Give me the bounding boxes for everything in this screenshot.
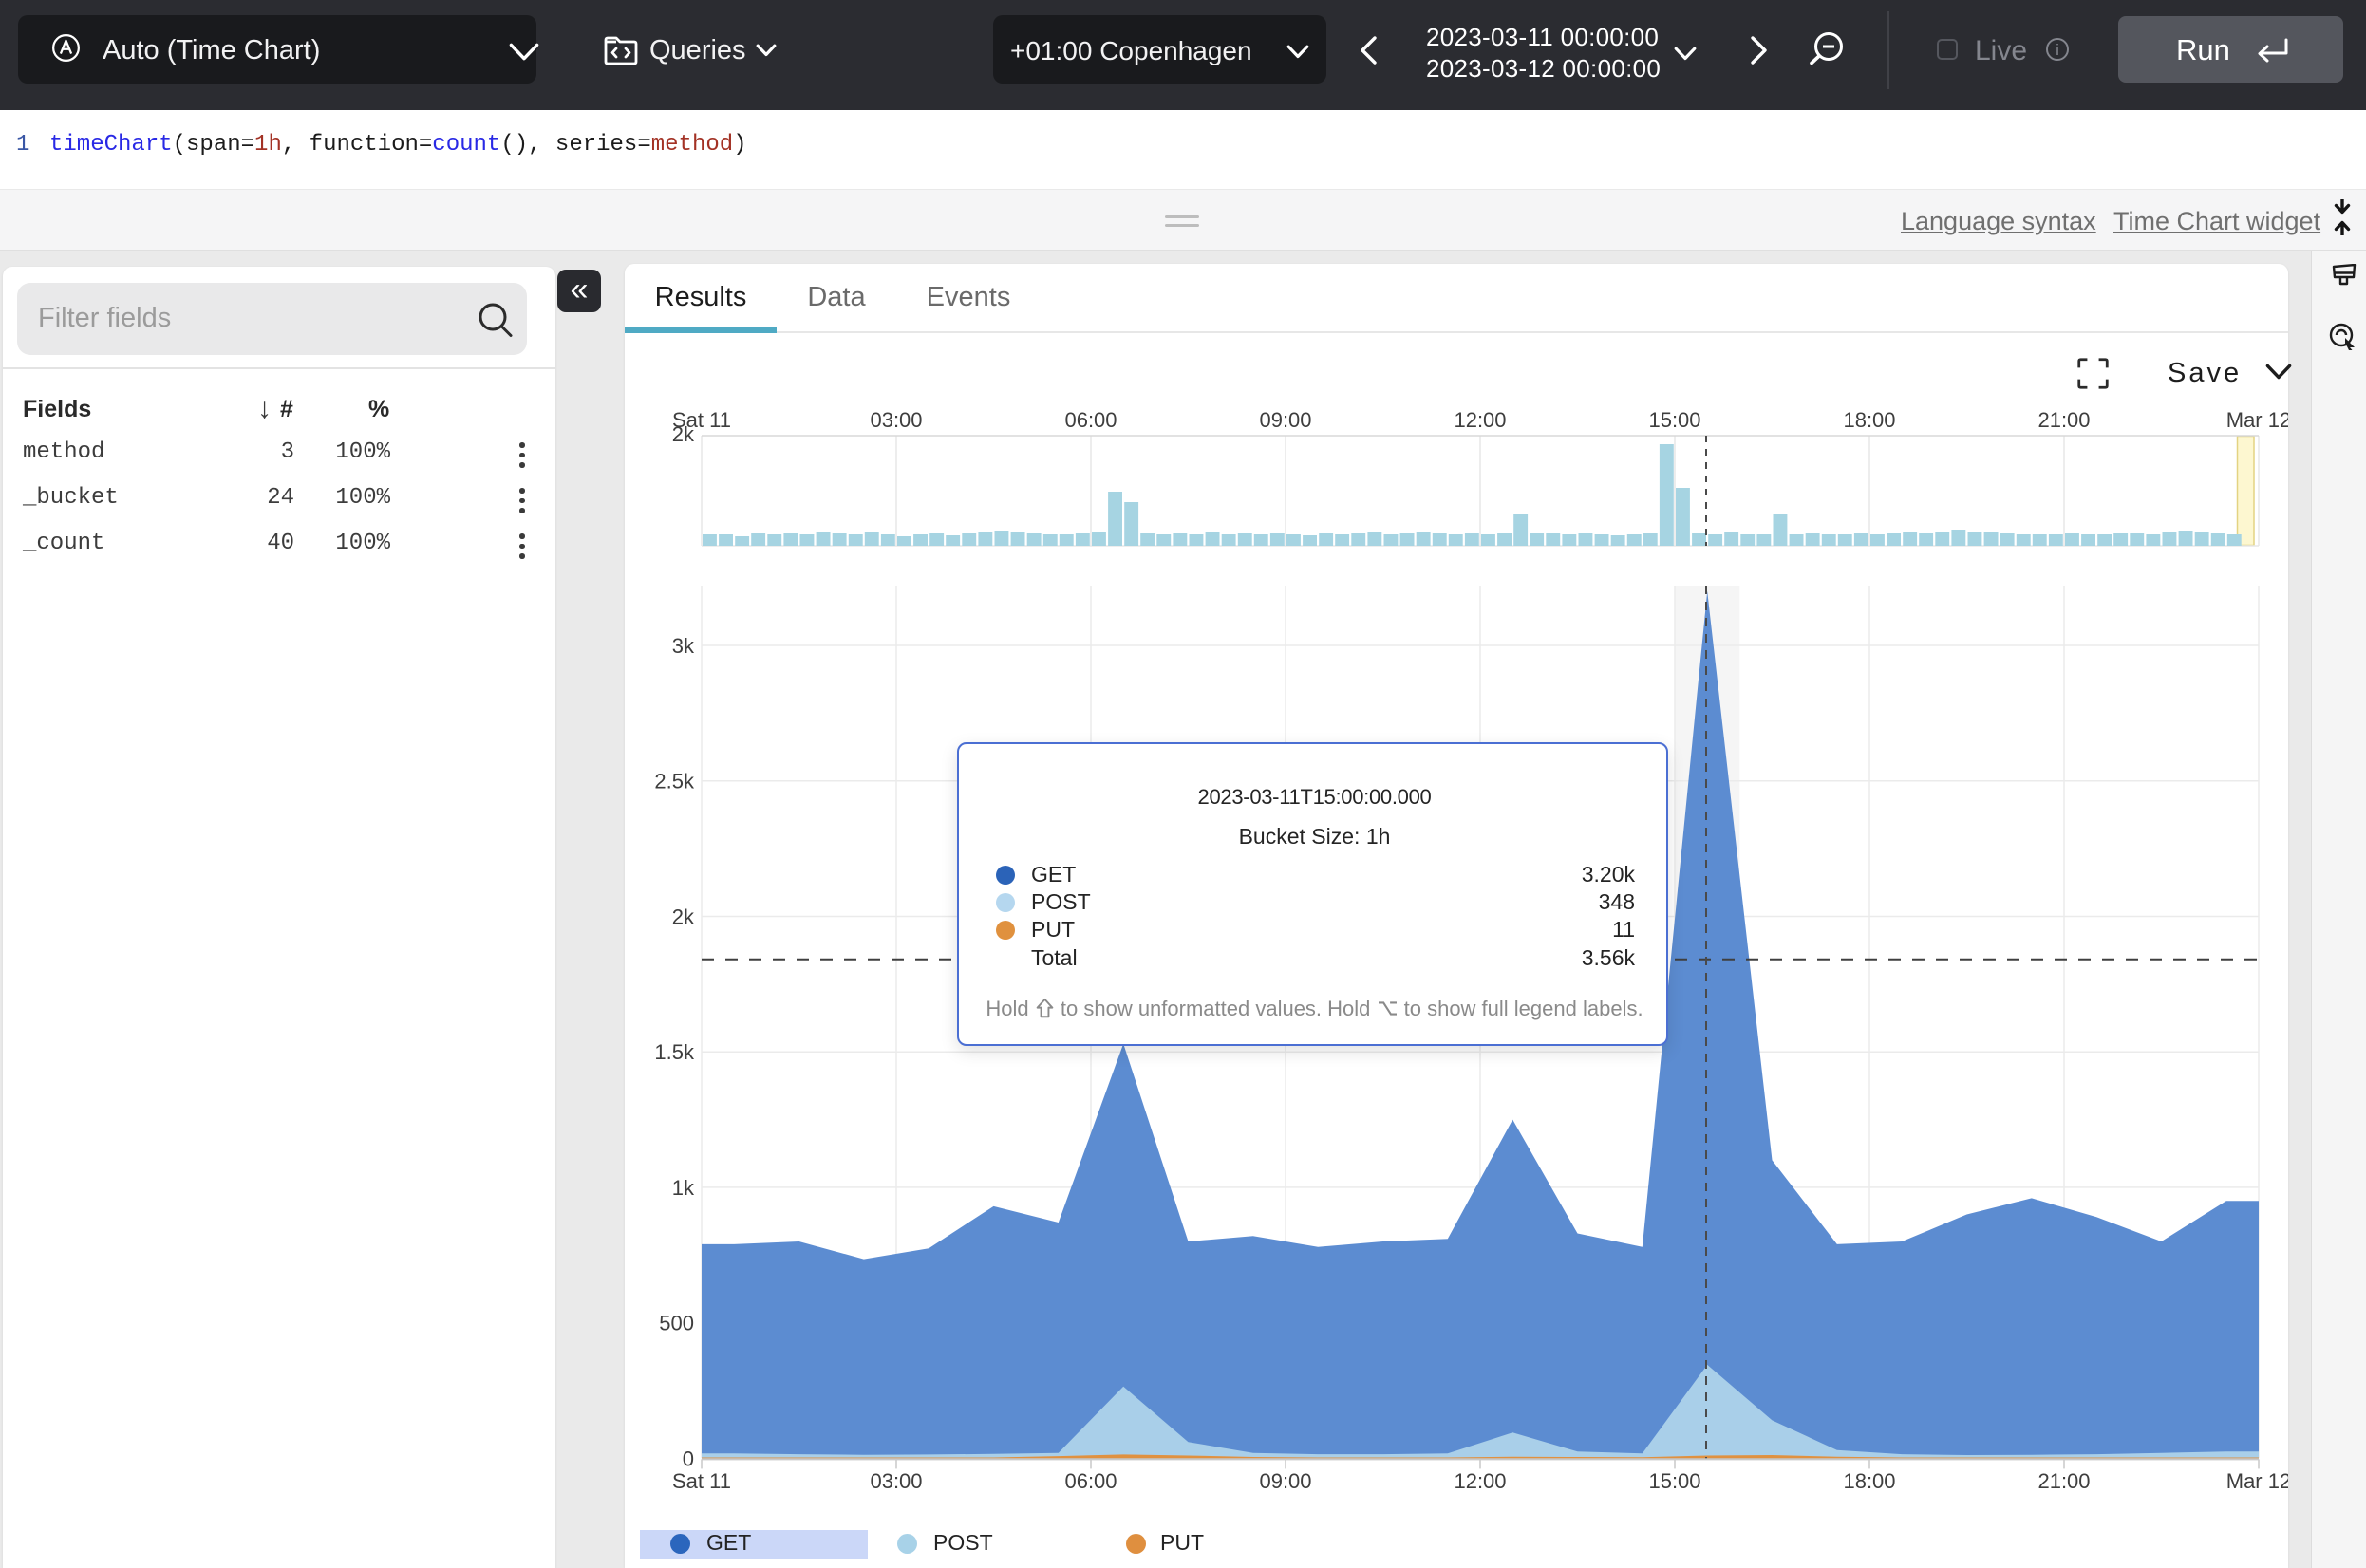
svg-text:06:00: 06:00	[1064, 1469, 1117, 1493]
svg-text:Mar 12: Mar 12	[2226, 408, 2288, 432]
svg-text:12:00: 12:00	[1454, 1469, 1506, 1493]
svg-text:0: 0	[683, 1447, 694, 1470]
svg-text:15:00: 15:00	[1648, 408, 1700, 432]
svg-text:21:00: 21:00	[2037, 1469, 2090, 1493]
svg-text:3k: 3k	[672, 634, 695, 658]
svg-text:2k: 2k	[672, 422, 695, 446]
svg-text:15:00: 15:00	[1648, 1469, 1700, 1493]
svg-text:2.5k: 2.5k	[654, 770, 695, 793]
svg-text:18:00: 18:00	[1843, 1469, 1895, 1493]
svg-text:09:00: 09:00	[1259, 1469, 1311, 1493]
svg-text:1.5k: 1.5k	[654, 1040, 695, 1064]
svg-text:Sat 11: Sat 11	[672, 1469, 731, 1493]
svg-text:500: 500	[659, 1312, 694, 1335]
svg-text:06:00: 06:00	[1064, 408, 1117, 432]
svg-text:03:00: 03:00	[870, 408, 922, 432]
svg-text:Mar 12: Mar 12	[2226, 1469, 2288, 1493]
svg-text:1k: 1k	[672, 1176, 695, 1200]
svg-text:09:00: 09:00	[1259, 408, 1311, 432]
svg-text:21:00: 21:00	[2037, 408, 2090, 432]
svg-text:18:00: 18:00	[1843, 408, 1895, 432]
svg-text:03:00: 03:00	[870, 1469, 922, 1493]
svg-text:12:00: 12:00	[1454, 408, 1506, 432]
svg-text:2k: 2k	[672, 905, 695, 929]
